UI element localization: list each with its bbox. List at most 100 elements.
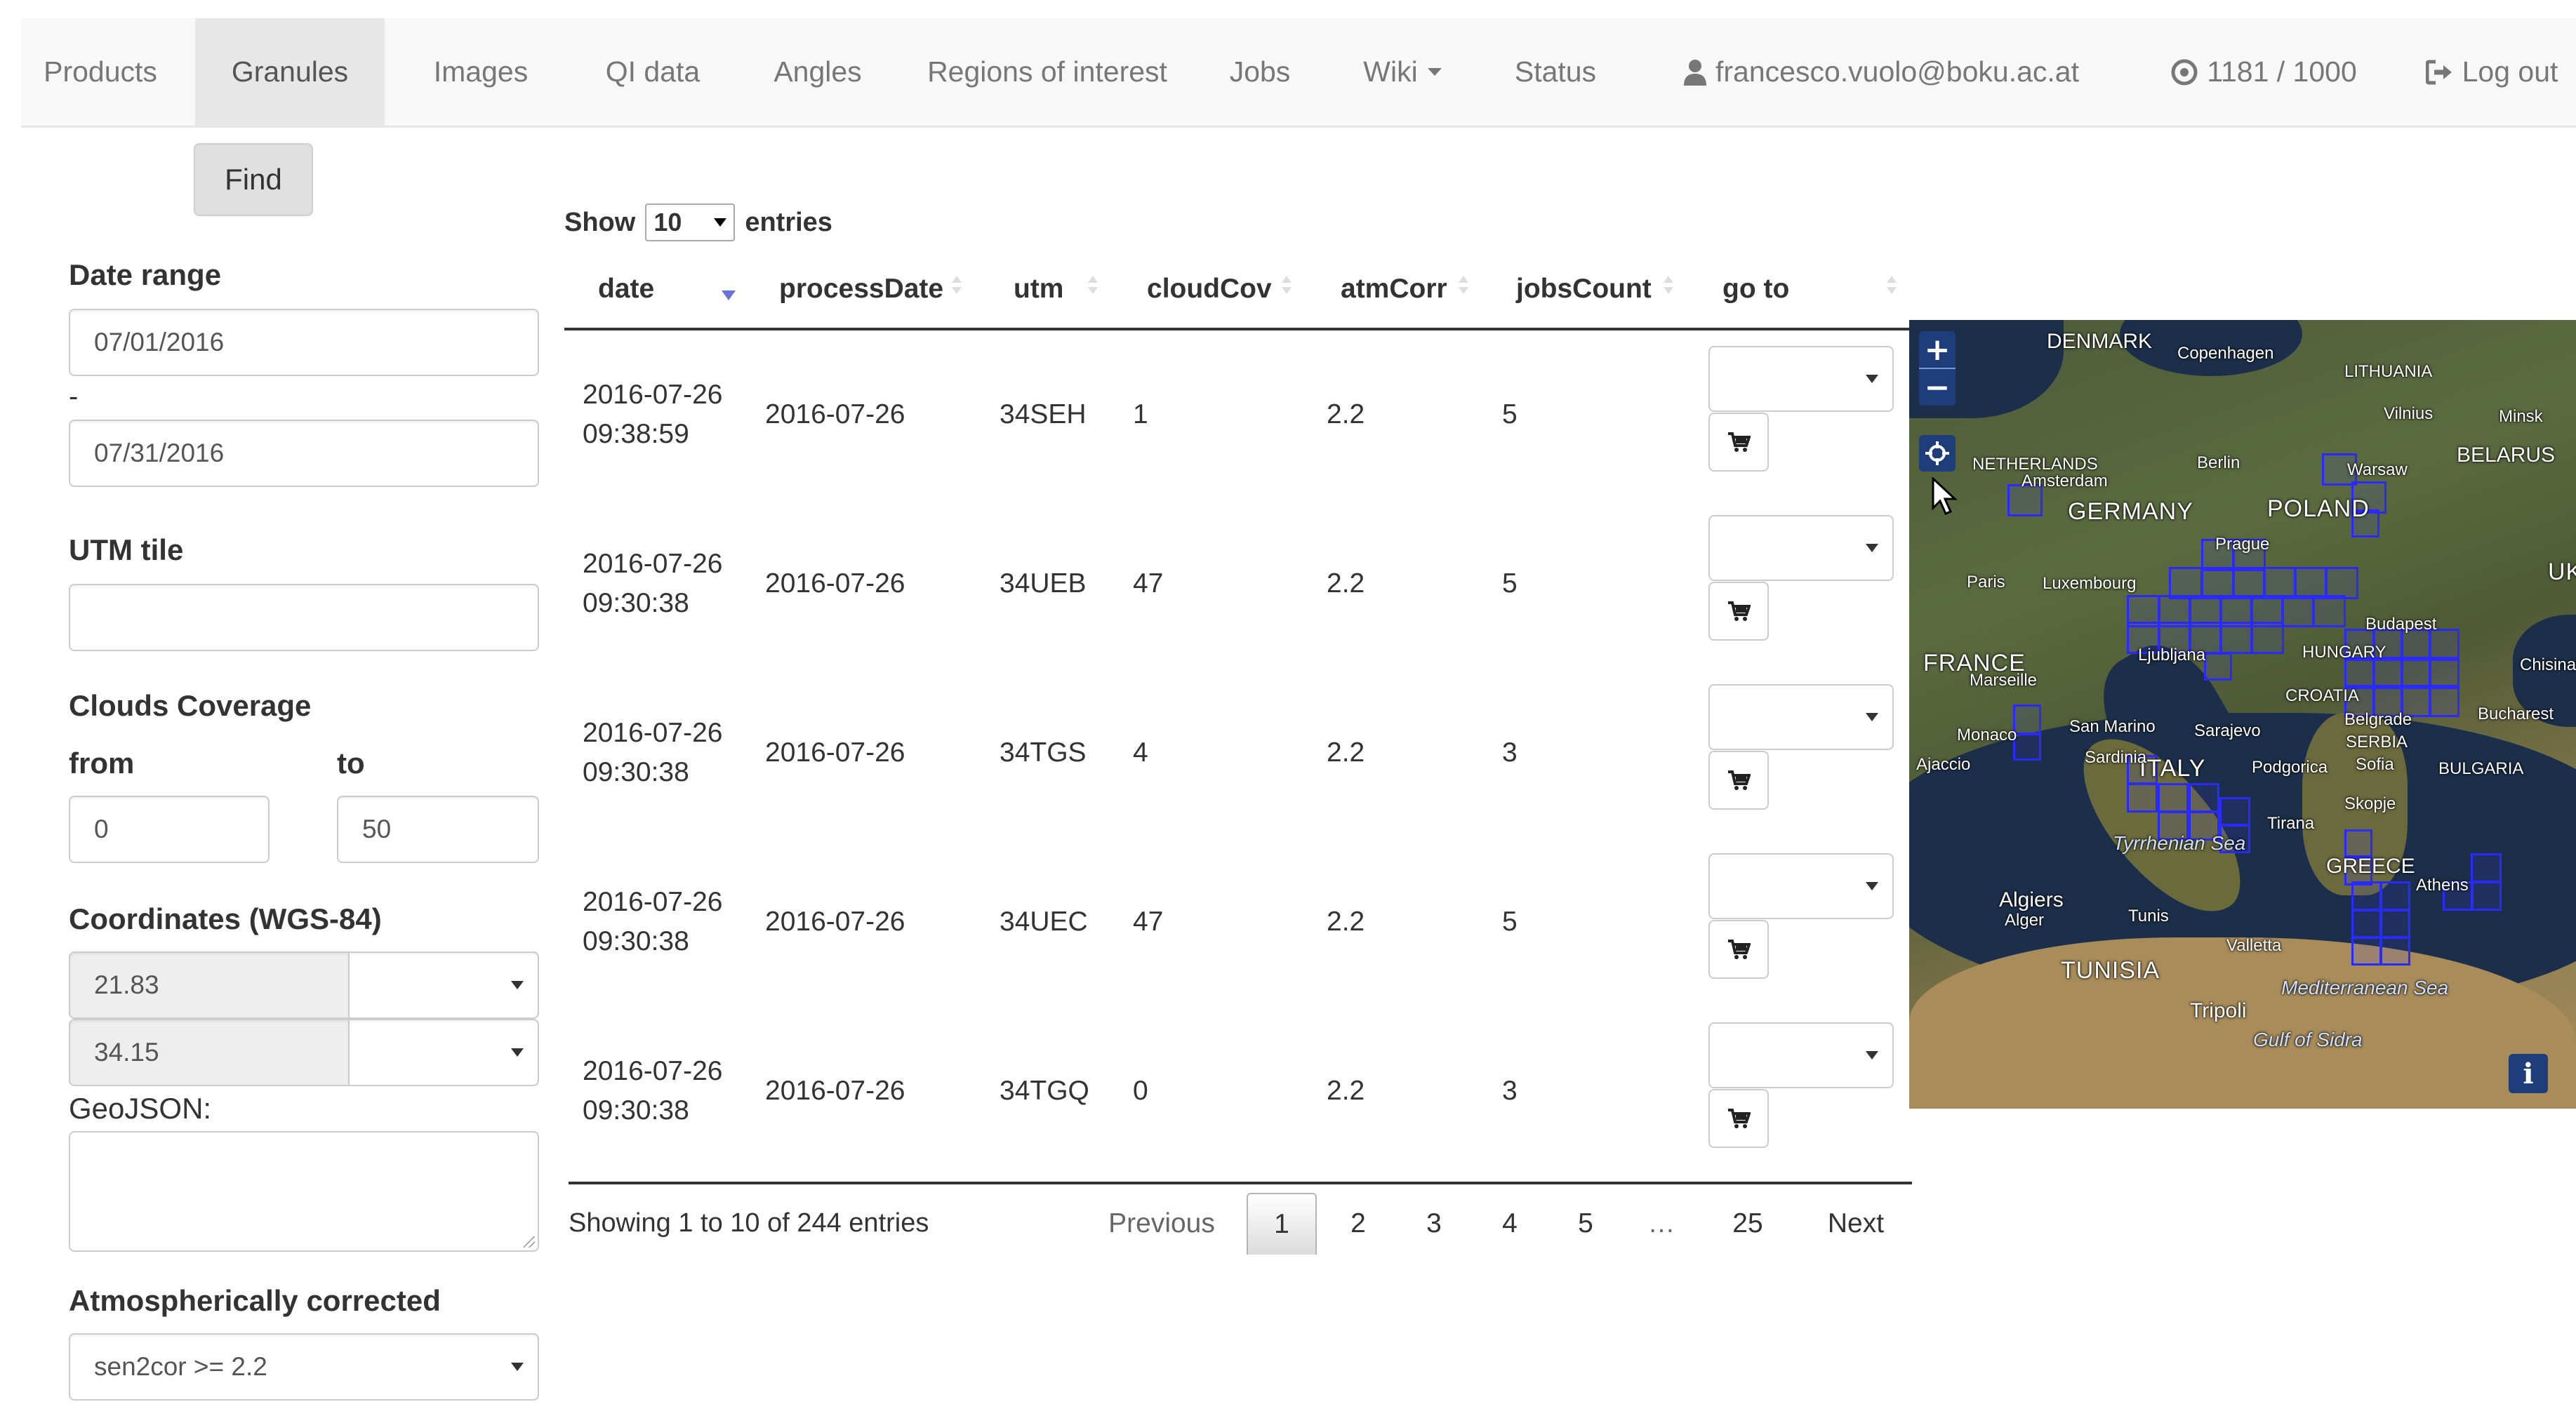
- column-header-cloudcov[interactable]: cloudCov: [1147, 274, 1272, 305]
- column-header-go-to[interactable]: go to: [1722, 274, 1789, 305]
- utm-tile-label: UTM tile: [69, 533, 184, 566]
- find-button[interactable]: Find: [194, 143, 313, 216]
- longitude-input[interactable]: 21.83: [69, 951, 350, 1019]
- logout-link[interactable]: Log out: [2408, 18, 2576, 126]
- pagination-page-2[interactable]: 2: [1334, 1193, 1383, 1255]
- cell-utm: 34TGQ: [1000, 1076, 1089, 1106]
- pagination-page-4[interactable]: 4: [1485, 1193, 1534, 1255]
- pagination-previous[interactable]: Previous: [1102, 1193, 1221, 1255]
- clouds-to-input[interactable]: 50: [337, 796, 539, 863]
- latitude-input[interactable]: 34.15: [69, 1019, 350, 1086]
- clouds-from-input[interactable]: 0: [69, 796, 270, 863]
- entries-label: entries: [745, 207, 832, 237]
- map-label: Skopje: [2344, 794, 2396, 813]
- add-to-cart-button[interactable]: [1708, 413, 1769, 472]
- map-info-button[interactable]: i: [2509, 1054, 2548, 1093]
- pagination-page-3[interactable]: 3: [1409, 1193, 1459, 1255]
- granule-tile: [2189, 783, 2219, 813]
- column-header-atmcorr[interactable]: atmCorr: [1341, 274, 1447, 305]
- goto-select[interactable]: [1708, 515, 1894, 581]
- granule-tile: [2351, 936, 2382, 966]
- goto-select[interactable]: [1708, 1022, 1894, 1088]
- pagination-page-1[interactable]: 1: [1247, 1193, 1317, 1255]
- atmospheric-correction-select[interactable]: sen2cor >= 2.2: [69, 1333, 539, 1401]
- geojson-textarea[interactable]: [69, 1131, 539, 1252]
- map-label: SERBIA: [2346, 733, 2408, 751]
- latitude-direction-select[interactable]: [348, 1019, 539, 1086]
- map-view[interactable]: DENMARK Copenhagen LITHUANIA Vilnius Min…: [1909, 320, 2576, 1109]
- cell-date: 2016-07-26 09:30:38: [583, 549, 723, 618]
- map-label: Belgrade: [2344, 710, 2412, 729]
- date-to-input[interactable]: 07/31/2016: [69, 420, 539, 487]
- select-arrow-icon: [511, 1048, 524, 1057]
- column-header-jobscount[interactable]: jobsCount: [1516, 274, 1652, 305]
- goto-select[interactable]: [1708, 853, 1894, 919]
- cart-icon: [1728, 1109, 1751, 1128]
- add-to-cart-button[interactable]: [1708, 1089, 1769, 1148]
- cell-cloudcov: 47: [1133, 568, 1164, 599]
- table-info: Showing 1 to 10 of 244 entries: [569, 1208, 929, 1238]
- pagination-ellipsis: …: [1647, 1208, 1675, 1238]
- map-label: Amsterdam: [2021, 472, 2108, 490]
- goto-select[interactable]: [1708, 346, 1894, 412]
- nav-images[interactable]: Images: [400, 18, 562, 126]
- date-from-input[interactable]: 07/01/2016: [69, 309, 539, 376]
- pagination-page-5[interactable]: 5: [1561, 1193, 1610, 1255]
- column-header-date[interactable]: date: [598, 274, 654, 305]
- map-label: Tirana: [2267, 814, 2315, 833]
- cart-icon: [1728, 601, 1751, 621]
- nav-angles[interactable]: Angles: [744, 18, 891, 126]
- cell-atmcorr: 2.2: [1327, 907, 1365, 937]
- table-row: 2016-07-26 09:30:38 2016-07-26 34UEB 47 2…: [564, 500, 1912, 669]
- nav-wiki-dropdown[interactable]: Wiki: [1332, 18, 1473, 126]
- nav-jobs[interactable]: Jobs: [1207, 18, 1313, 126]
- cell-processdate: 2016-07-26: [765, 737, 905, 768]
- zoom-in-button[interactable]: +: [1919, 331, 1956, 368]
- dashboard-icon: [2171, 59, 2198, 85]
- logout-icon: [2425, 60, 2452, 84]
- column-header-utm[interactable]: utm: [1014, 274, 1064, 305]
- granule-tile: [2204, 653, 2232, 681]
- map-label: Marseille: [1970, 671, 2038, 690]
- coordinates-label: Coordinates (WGS-84): [69, 902, 382, 935]
- add-to-cart-button[interactable]: [1708, 751, 1769, 810]
- nav-qi-data[interactable]: QI data: [576, 18, 730, 126]
- granule-tile: [2158, 783, 2189, 813]
- nav-status[interactable]: Status: [1492, 18, 1619, 126]
- add-to-cart-button[interactable]: [1708, 920, 1769, 979]
- nav-user-account[interactable]: francesco.vuolo@boku.ac.at: [1635, 18, 2127, 126]
- nav-granules[interactable]: Granules: [195, 18, 385, 126]
- cell-utm: 34UEB: [1000, 568, 1087, 599]
- utm-tile-input[interactable]: [69, 584, 539, 651]
- resize-handle-icon[interactable]: [524, 1236, 535, 1248]
- locate-button[interactable]: [1919, 435, 1956, 472]
- column-header-processdate[interactable]: processDate: [779, 274, 943, 305]
- map-label: UKR: [2548, 559, 2576, 585]
- nav-regions-of-interest[interactable]: Regions of interest: [907, 18, 1188, 126]
- nav-quota[interactable]: 1181 / 1000: [2148, 18, 2379, 126]
- sort-icon: [1088, 276, 1098, 304]
- sort-icon: [1282, 276, 1292, 304]
- date-separator: -: [69, 381, 79, 412]
- map-label: Algiers: [1999, 888, 2064, 911]
- atmospheric-correction-label: Atmospherically corrected: [69, 1284, 441, 1317]
- map-label: Monaco: [1957, 726, 2017, 744]
- page-length-select[interactable]: 10: [645, 203, 736, 241]
- user-email: francesco.vuolo@boku.ac.at: [1715, 55, 2079, 88]
- nav-products[interactable]: Products: [21, 18, 180, 126]
- atmospheric-correction-value: sen2cor >= 2.2: [94, 1352, 267, 1381]
- pagination-next[interactable]: Next: [1807, 1193, 1905, 1255]
- top-navbar: Products Granules Images QI data Angles …: [21, 18, 2576, 128]
- map-label: Prague: [2215, 535, 2270, 554]
- table-footer-divider: [569, 1182, 1912, 1184]
- map-label: Budapest: [2365, 615, 2437, 634]
- pagination-page-25[interactable]: 25: [1713, 1193, 1783, 1255]
- longitude-direction-select[interactable]: [348, 951, 539, 1019]
- goto-select[interactable]: [1708, 684, 1894, 750]
- add-to-cart-button[interactable]: [1708, 582, 1769, 641]
- map-label: POLAND: [2267, 495, 2370, 522]
- granule-tile: [2312, 595, 2346, 627]
- map-label: San Marino: [2069, 717, 2156, 736]
- map-label: BULGARIA: [2438, 759, 2524, 778]
- zoom-out-button[interactable]: −: [1919, 369, 1956, 406]
